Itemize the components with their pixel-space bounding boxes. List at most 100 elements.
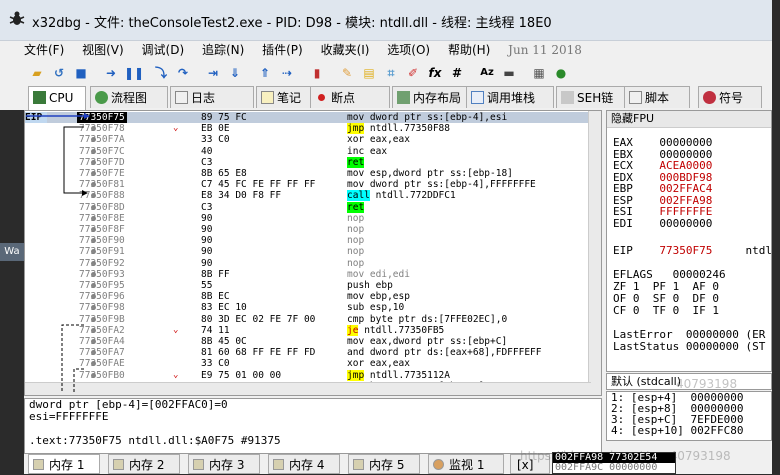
- tab-dump-1[interactable]: 内存 1: [28, 454, 100, 474]
- stop-icon[interactable]: ■: [72, 64, 90, 82]
- step-over-icon[interactable]: ↷: [174, 64, 192, 82]
- disasm-row[interactable]: 77350F7D C3 ret: [25, 156, 601, 168]
- function-icon[interactable]: fx: [426, 64, 444, 82]
- run-to-user-code-icon[interactable]: ⇢: [278, 64, 296, 82]
- register-row[interactable]: EDI 00000000: [613, 216, 712, 230]
- operands: ntdll.7735112A: [369, 369, 450, 381]
- last-status[interactable]: LastStatus 00000000 (ST: [613, 341, 765, 353]
- label-icon[interactable]: ▤: [360, 64, 378, 82]
- globe-icon[interactable]: ●: [552, 64, 570, 82]
- disasm-row[interactable]: 77350FAE 33 C0 xor eax,eax: [25, 358, 601, 369]
- tab-graph[interactable]: 流程图: [90, 86, 168, 108]
- menu-favourites[interactable]: 收藏夹(I): [321, 43, 370, 57]
- disasm-row[interactable]: 77350FA2 ⌄ 74 11 je ntdll.77350FB5: [25, 324, 601, 336]
- trace-over-icon[interactable]: ⇓: [226, 64, 244, 82]
- tab-cpu[interactable]: CPU: [28, 86, 86, 110]
- instruction-text: mov eax,dword ptr ss:[ebp+C]: [347, 336, 507, 347]
- disasm-row[interactable]: 77350F91 90 nop: [25, 246, 601, 257]
- menu-debug[interactable]: 调试(D): [142, 43, 185, 57]
- comment-icon[interactable]: ✎: [338, 64, 356, 82]
- tab-dump-3[interactable]: 内存 3: [188, 454, 260, 474]
- disasm-row[interactable]: 77350F7C 40 inc eax: [25, 146, 601, 157]
- disasm-row[interactable]: 77350FA7 81 60 68 FF FE FF FD and dword pt…: [25, 347, 601, 358]
- hash-icon[interactable]: #: [448, 64, 466, 82]
- disasm-row[interactable]: 77350F88 E8 34 D0 F8 FF call ntdll.772DDFC…: [25, 190, 601, 202]
- disasm-row[interactable]: 77350F92 90 nop: [25, 258, 601, 269]
- operands: ntdll.77350F88: [369, 123, 450, 135]
- hide-fpu-button[interactable]: 隐藏FPU: [607, 111, 771, 128]
- pause-icon[interactable]: ❚❚: [124, 64, 144, 82]
- stack-arg[interactable]: 4: [esp+10] 002FFC80: [607, 425, 771, 436]
- disasm-row[interactable]: 77350FA4 8B 45 0C mov eax,dword ptr ss:[eb…: [25, 336, 601, 347]
- menu-help[interactable]: 帮助(H): [448, 43, 490, 57]
- tab-label: 内存布局: [413, 91, 462, 105]
- menu-view[interactable]: 视图(V): [82, 43, 124, 57]
- instruction-bytes: 33 C0: [201, 134, 230, 146]
- bookmark-icon[interactable]: ⌗: [382, 64, 400, 82]
- disasm-row[interactable]: 77350F98 83 EC 10 sub esp,10: [25, 302, 601, 314]
- disasm-row[interactable]: 77350F7E 8B 65 E8 mov esp,dword ptr ss:[eb…: [25, 168, 601, 179]
- instruction-address: 77350F98: [79, 302, 125, 314]
- tab-breakpoints[interactable]: 断点: [310, 86, 390, 108]
- horizontal-scrollbar[interactable]: [25, 382, 591, 395]
- disassembly-view[interactable]: EIP 77350F75 89 75 FC mov dword ptr ss:[ebp…: [24, 110, 602, 396]
- tab-memory-map[interactable]: 内存布局: [392, 86, 476, 108]
- font-icon[interactable]: Az: [478, 64, 496, 82]
- disasm-row[interactable]: 77350F7A 33 C0 xor eax,eax: [25, 134, 601, 146]
- tab-notes[interactable]: 笔记: [256, 86, 318, 108]
- menu-file[interactable]: 文件(F): [24, 43, 64, 57]
- disasm-row[interactable]: 77350F93 8B FF mov edi,edi: [25, 268, 601, 280]
- tab-dump-2[interactable]: 内存 2: [108, 454, 180, 474]
- disasm-row[interactable]: 77350F96 8B EC mov ebp,esp: [25, 291, 601, 302]
- disasm-row[interactable]: 77350FB0 ⌄ E9 75 01 00 00 jmp ntdll.7735112…: [25, 369, 601, 381]
- seh-icon: [561, 91, 574, 104]
- tab-log[interactable]: 日志: [170, 86, 254, 108]
- tab-seh[interactable]: SEH链: [556, 86, 628, 108]
- instruction-address: 77350F8E: [79, 212, 125, 224]
- restart-icon[interactable]: ↺: [50, 64, 68, 82]
- tab-label: SEH链: [577, 91, 614, 105]
- hide-icon[interactable]: ▬: [500, 64, 518, 82]
- step-into-icon[interactable]: ⤵: [152, 64, 170, 82]
- trace-into-icon[interactable]: ⇥: [204, 64, 222, 82]
- disasm-row[interactable]: 77350F78 ⌄ EB 0E jmp ntdll.77350F88: [25, 123, 601, 135]
- disasm-row[interactable]: 77350F95 55 push ebp: [25, 280, 601, 291]
- execute-till-return-icon[interactable]: ⇑: [256, 64, 274, 82]
- disasm-row[interactable]: 77350F9B 80 3D EC 02 FE 7F 00 cmp byte ptr…: [25, 313, 601, 325]
- eip-label: EIP: [25, 112, 47, 123]
- run-icon[interactable]: ➜: [102, 64, 120, 82]
- tab-dump-5[interactable]: 内存 5: [348, 454, 420, 474]
- menu-options[interactable]: 选项(O): [387, 43, 430, 57]
- instruction-text: nop: [347, 258, 364, 269]
- instruction-bytes: 80 3D EC 02 FE 7F 00: [201, 313, 316, 325]
- disasm-row[interactable]: 77350F81 C7 45 FC FE FF FF FF mov dword pt…: [25, 179, 601, 191]
- disasm-row[interactable]: 77350F90 90 nop: [25, 235, 601, 246]
- menu-trace[interactable]: 追踪(N): [202, 43, 244, 57]
- instruction-text: je ntdll.77350FB5: [347, 324, 444, 336]
- disasm-row[interactable]: EIP 77350F75 89 75 FC mov dword ptr ss:[ebp…: [25, 112, 601, 123]
- patch-icon[interactable]: ▮: [308, 64, 326, 82]
- tab-dump-4[interactable]: 内存 4: [268, 454, 340, 474]
- eip-register[interactable]: EIP 77350F75 ntdl: [613, 245, 771, 257]
- highlight-icon[interactable]: ✐: [404, 64, 422, 82]
- instruction-bytes: 8B FF: [201, 268, 230, 280]
- bug-icon: [9, 11, 25, 25]
- vertical-scrollbar[interactable]: [588, 111, 601, 395]
- menu-plugins[interactable]: 插件(P): [262, 43, 303, 57]
- instruction-address: 77350F9B: [79, 313, 125, 325]
- tab-symbols[interactable]: 符号: [698, 86, 762, 108]
- disasm-row[interactable]: 77350F8F 90 nop: [25, 224, 601, 235]
- disasm-row[interactable]: 77350F8D C3 ret: [25, 201, 601, 213]
- instruction-bytes: 55: [201, 280, 213, 291]
- tab-watch-1[interactable]: 监视 1: [428, 454, 504, 474]
- tab-call-stack[interactable]: 调用堆栈: [466, 86, 554, 108]
- register-name: EDI: [613, 216, 633, 230]
- open-folder-icon[interactable]: ▰: [28, 64, 46, 82]
- flags-row-3[interactable]: CF 0 TF 0 IF 1: [613, 305, 719, 317]
- disasm-row[interactable]: 77350F8E 90 nop: [25, 212, 601, 224]
- build-date: Jun 11 2018: [508, 43, 582, 57]
- instruction-address: 77350F81: [79, 179, 125, 191]
- tab-script[interactable]: 脚本: [624, 86, 690, 108]
- calculator-icon[interactable]: ▦: [530, 64, 548, 82]
- stack-view-fragment[interactable]: 002FFA98 77302E54 002FFA9C 00000000: [552, 452, 676, 474]
